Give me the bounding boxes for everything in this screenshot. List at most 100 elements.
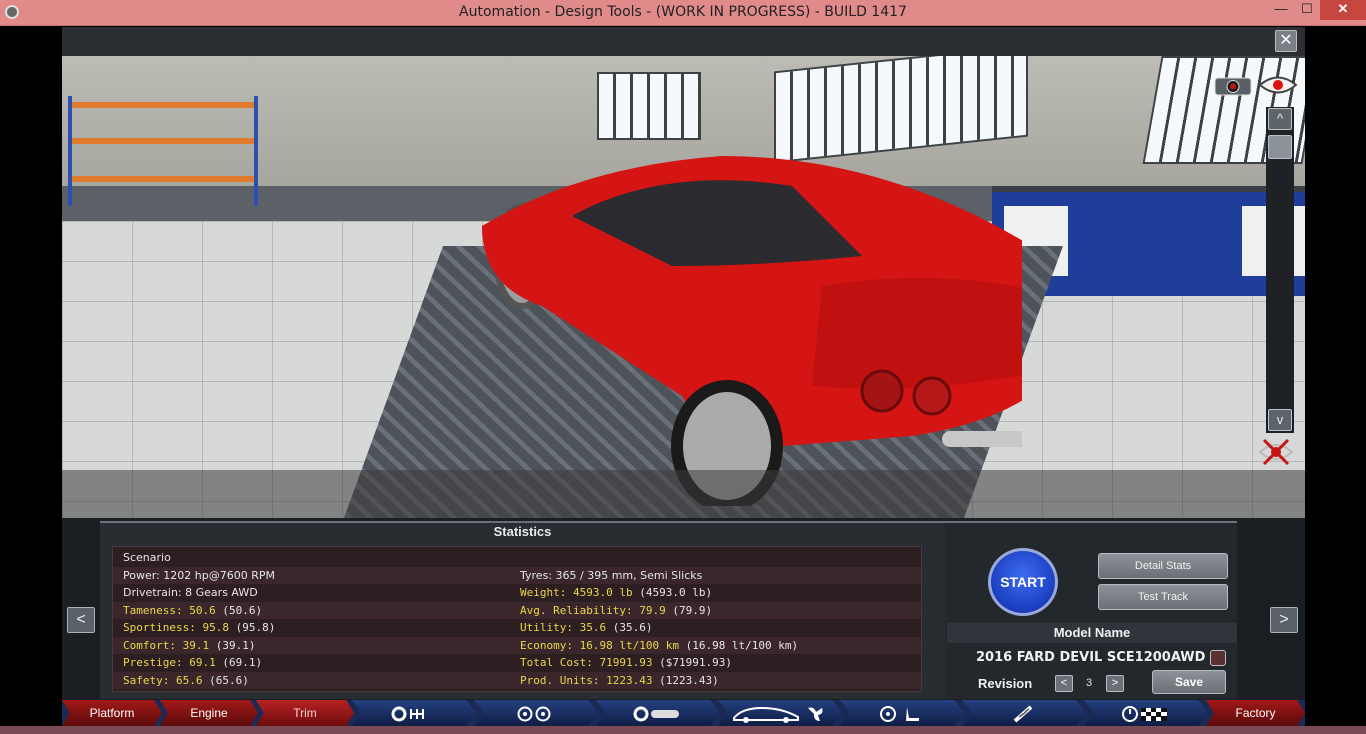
stat-value: 50.6 bbox=[189, 603, 216, 617]
minimize-button[interactable]: — bbox=[1268, 0, 1294, 20]
tab-engine[interactable]: Engine bbox=[160, 700, 258, 726]
stat-left-row: Sportiness: 95.8 (95.8) bbox=[123, 621, 275, 634]
stat-right-row: Utility: 35.6 (35.6) bbox=[520, 621, 652, 634]
tab-gearbox[interactable] bbox=[352, 700, 476, 726]
stat-right-row: Avg. Reliability: 79.9 (79.9) bbox=[520, 604, 712, 617]
stat-label: Tyres: bbox=[520, 568, 553, 582]
stat-label: Economy: bbox=[520, 638, 573, 652]
stat-value: 79.9 bbox=[639, 603, 666, 617]
stat-baseline-value: (39.1) bbox=[215, 638, 256, 652]
stat-label: Weight: bbox=[520, 586, 567, 599]
stat-label: Prestige: bbox=[123, 656, 183, 669]
stat-label: Comfort: bbox=[123, 638, 176, 652]
stat-right-row: Economy: 16.98 lt/100 km (16.98 lt/100 k… bbox=[520, 639, 798, 652]
stat-baseline-value: ($71991.93) bbox=[659, 656, 732, 669]
previous-step-button[interactable]: < bbox=[67, 607, 95, 633]
stat-value: 1202 hp@7600 RPM bbox=[163, 568, 275, 582]
stat-value: 8 Gears AWD bbox=[185, 586, 258, 599]
viewport-bottom-shade bbox=[62, 470, 1305, 518]
stat-left-row: Tameness: 50.6 (50.6) bbox=[123, 604, 262, 617]
stat-label: Avg. Reliability: bbox=[520, 603, 633, 617]
body-fan-icon bbox=[732, 706, 828, 723]
tab-label: Trim bbox=[293, 706, 317, 720]
zoom-out-button[interactable]: v bbox=[1268, 409, 1292, 431]
stat-baseline-value: (79.9) bbox=[672, 603, 713, 617]
stat-label: Power: bbox=[123, 568, 160, 582]
stat-baseline-value: (1223.43) bbox=[659, 673, 719, 687]
tab-shock[interactable] bbox=[962, 700, 1086, 726]
tab-suspension[interactable] bbox=[596, 700, 720, 726]
os-taskbar bbox=[0, 726, 1366, 734]
stat-value: 16.98 lt/100 km bbox=[579, 638, 679, 652]
next-step-button[interactable]: > bbox=[1270, 607, 1298, 633]
statistics-title: Statistics bbox=[493, 524, 552, 539]
stat-value: 95.8 bbox=[202, 621, 229, 634]
tab-test-flag[interactable] bbox=[1084, 700, 1208, 726]
stat-value: 35.6 bbox=[579, 621, 607, 634]
stat-left-row: Scenario bbox=[123, 551, 171, 564]
stat-left-row: Safety: 65.6 (65.6) bbox=[123, 674, 249, 687]
start-button[interactable]: START bbox=[988, 548, 1058, 616]
car-model bbox=[482, 156, 1022, 506]
tab-platform[interactable]: Platform bbox=[62, 700, 162, 726]
revision-next-button[interactable]: > bbox=[1106, 675, 1124, 692]
stat-value: 69.1 bbox=[189, 656, 216, 669]
eye-icon[interactable] bbox=[1258, 74, 1298, 96]
stat-right-row: Total Cost: 71991.93 ($71991.93) bbox=[520, 656, 732, 669]
viewer-topbar bbox=[62, 27, 1305, 56]
test-track-button[interactable]: Test Track bbox=[1098, 584, 1228, 610]
window-title: Automation - Design Tools - (WORK IN PRO… bbox=[459, 4, 907, 20]
stat-baseline-value: (65.6) bbox=[209, 673, 249, 687]
stat-value: 71991.93 bbox=[599, 656, 653, 669]
model-name-field[interactable]: 2016 FARD DEVIL SCE1200AWD bbox=[976, 650, 1205, 665]
car-3d-viewport[interactable] bbox=[62, 56, 1305, 518]
revision-prev-button[interactable]: < bbox=[1055, 675, 1073, 692]
save-button[interactable]: Save bbox=[1152, 670, 1226, 694]
detail-stats-button[interactable]: Detail Stats bbox=[1098, 553, 1228, 579]
stat-right-row: Weight: 4593.0 lb (4593.0 lb) bbox=[520, 586, 712, 599]
edit-name-icon[interactable] bbox=[1210, 650, 1226, 666]
revision-label: Revision bbox=[978, 676, 1033, 691]
tab-wheels[interactable] bbox=[474, 700, 598, 726]
tab-trim[interactable]: Trim bbox=[256, 700, 354, 726]
stat-label: Prod. Units: bbox=[520, 673, 600, 687]
stat-baseline-value: (50.6) bbox=[222, 603, 263, 617]
tab-label: Engine bbox=[190, 706, 228, 720]
wheels-icon bbox=[513, 706, 559, 722]
stat-baseline-value: (69.1) bbox=[222, 656, 263, 669]
gearbox-icon bbox=[391, 706, 437, 722]
stat-left-row: Prestige: 69.1 (69.1) bbox=[123, 656, 262, 669]
stat-label: Drivetrain: bbox=[123, 586, 182, 599]
tab-interior[interactable] bbox=[840, 700, 964, 726]
interior-icon bbox=[879, 705, 925, 722]
stat-value: 39.1 bbox=[182, 638, 210, 652]
zoom-in-button[interactable]: ^ bbox=[1268, 108, 1292, 130]
stat-value: 4593.0 lb bbox=[572, 586, 633, 599]
zoom-scroll-thumb[interactable] bbox=[1268, 135, 1292, 159]
shock-icon bbox=[1009, 705, 1039, 723]
window-close-button[interactable]: ✕ bbox=[1320, 0, 1366, 20]
stat-label: Total Cost: bbox=[520, 656, 593, 669]
reset-view-icon[interactable] bbox=[1258, 438, 1294, 466]
stat-left-row: Drivetrain: 8 Gears AWD bbox=[123, 586, 258, 599]
stat-value: 365 / 395 mm, Semi Slicks bbox=[555, 568, 703, 582]
stat-label: Safety: bbox=[123, 673, 170, 687]
close-viewer-button[interactable]: ✕ bbox=[1275, 30, 1297, 52]
test-flag-icon bbox=[1121, 705, 1171, 722]
tab-factory[interactable]: Factory bbox=[1206, 700, 1305, 726]
stat-baseline-value: (35.6) bbox=[612, 621, 653, 634]
stat-baseline-value: (95.8) bbox=[235, 621, 276, 634]
stat-right-row: Prod. Units: 1223.43 (1223.43) bbox=[520, 674, 719, 687]
stat-right-row: Tyres: 365 / 395 mm, Semi Slicks bbox=[520, 569, 702, 582]
revision-value: 3 bbox=[1076, 675, 1102, 692]
tab-body-fan[interactable] bbox=[718, 700, 842, 726]
garage-window bbox=[597, 72, 701, 140]
stat-left-row: Power: 1202 hp@7600 RPM bbox=[123, 569, 275, 582]
camera-icon[interactable] bbox=[1213, 74, 1253, 96]
garage-shelf bbox=[68, 96, 258, 206]
stat-label: Scenario bbox=[123, 551, 171, 564]
maximize-button[interactable]: ☐ bbox=[1294, 0, 1320, 20]
stat-value: 65.6 bbox=[175, 673, 203, 687]
stat-baseline-value: (4593.0 lb) bbox=[639, 586, 713, 599]
stat-value: 1223.43 bbox=[606, 673, 653, 687]
